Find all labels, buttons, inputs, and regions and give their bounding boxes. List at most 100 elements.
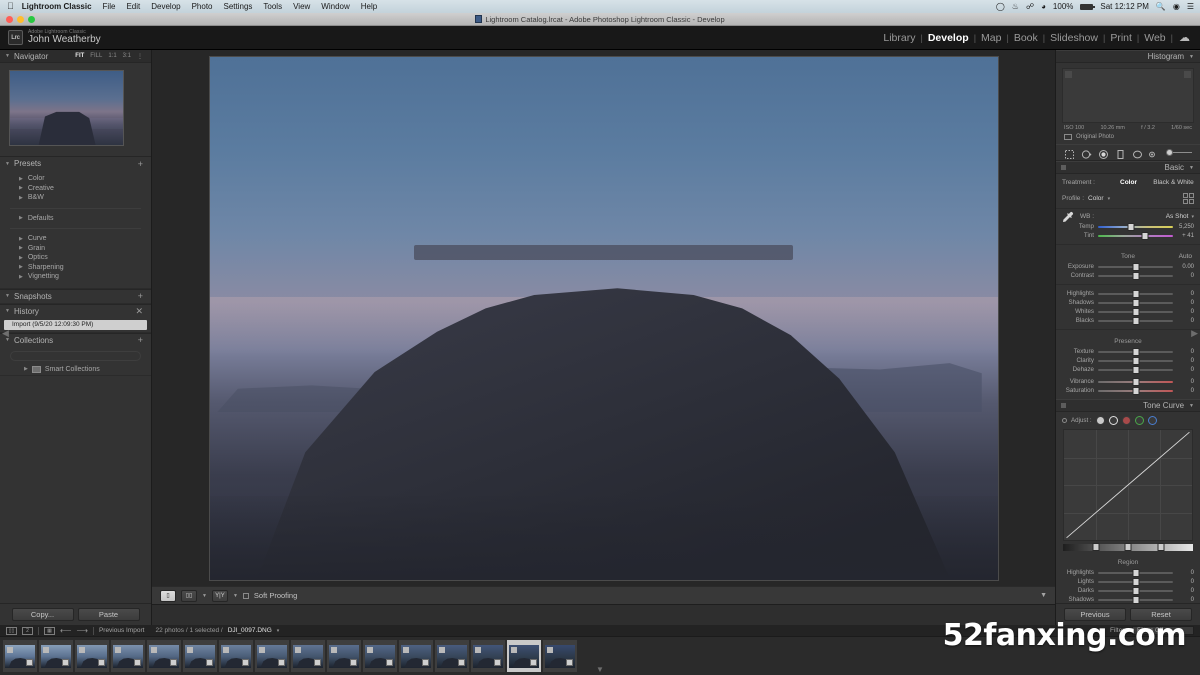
collections-filter-input[interactable] (10, 350, 141, 361)
left-panel-collapse-icon[interactable]: ◀ (2, 328, 9, 339)
cloud-icon[interactable]: ☁ (1173, 31, 1190, 44)
filmstrip-thumbnail[interactable] (543, 640, 577, 672)
wb-value[interactable]: As Shot (1166, 213, 1189, 220)
slider-track[interactable] (1098, 377, 1173, 386)
thumbnail-badge-icon[interactable] (422, 658, 429, 666)
preset-group-curve[interactable]: ▶ Curve (0, 234, 151, 244)
presets-header[interactable]: ▼ Presets + (0, 157, 151, 170)
thumbnail-badge-icon[interactable] (170, 658, 177, 666)
loupe-view-icon[interactable]: ▯ (160, 589, 176, 602)
zoom-1-1[interactable]: 1:1 (108, 53, 116, 59)
navigator-header[interactable]: ▼ Navigator FIT FILL 1:1 3:1 ⋮ (0, 50, 151, 63)
thumbnail-flag-icon[interactable] (43, 646, 49, 653)
filmstrip-filename[interactable]: DJI_0097.DNG (228, 627, 272, 634)
thumbnail-badge-icon[interactable] (494, 658, 501, 666)
thumbnail-flag-icon[interactable] (511, 646, 517, 653)
preset-group-optics[interactable]: ▶ Optics (0, 253, 151, 263)
menu-view[interactable]: View (293, 2, 310, 11)
preset-group-vignetting[interactable]: ▶ Vignetting (0, 272, 151, 282)
photo-preview[interactable] (208, 55, 999, 581)
collections-header[interactable]: ▼ Collections + (0, 333, 151, 347)
treatment-bw-button[interactable]: Black & White (1153, 177, 1194, 188)
thumbnail-badge-icon[interactable] (98, 658, 105, 666)
slider-value[interactable]: 0 (1177, 597, 1194, 603)
thumbnail-flag-icon[interactable] (295, 646, 301, 653)
red-channel-icon[interactable] (1121, 416, 1131, 425)
slider-value[interactable]: 0.00 (1177, 264, 1194, 270)
filmstrip-thumbnail[interactable] (219, 640, 253, 672)
slider-track[interactable] (1098, 298, 1173, 307)
histogram-header[interactable]: Histogram ▼ (1056, 50, 1200, 63)
thumbnail-flag-icon[interactable] (223, 646, 229, 653)
zoom-3-1[interactable]: 3:1 (123, 53, 131, 59)
slider-value[interactable]: 0 (1177, 579, 1194, 585)
module-library[interactable]: Library (878, 32, 920, 44)
filmstrip-thumbnail[interactable] (183, 640, 217, 672)
menu-app-name[interactable]: Lightroom Classic (22, 2, 92, 11)
thumbnail-flag-icon[interactable] (475, 646, 481, 653)
preset-group-grain[interactable]: ▶ Grain (0, 244, 151, 254)
thumbnail-badge-icon[interactable] (26, 658, 33, 666)
chevron-right-icon[interactable]: ▶ (24, 366, 28, 372)
filmstrip-source[interactable]: Previous Import (99, 627, 145, 634)
disclosure-triangle-icon[interactable]: ▼ (5, 293, 10, 299)
thumbnail-badge-icon[interactable] (62, 658, 69, 666)
thumbnail-flag-icon[interactable] (439, 646, 445, 653)
highlight-clipping-icon[interactable] (1184, 71, 1191, 78)
zoom-menu-icon[interactable]: ⋮ (137, 53, 143, 60)
thumbnail-badge-icon[interactable] (134, 658, 141, 666)
clock[interactable]: Sat 12:12 PM (1100, 2, 1148, 11)
slider-track[interactable] (1098, 316, 1173, 325)
range-knob-highlights[interactable] (1157, 543, 1164, 551)
second-window-icon[interactable]: 2 (22, 626, 33, 635)
preset-group-creative[interactable]: ▶ Creative (0, 184, 151, 194)
profile-grid-icon[interactable] (1183, 193, 1194, 204)
menu-develop[interactable]: Develop (151, 2, 180, 11)
close-window-button[interactable] (6, 16, 13, 23)
slider-track[interactable] (1098, 262, 1173, 271)
filmstrip-thumbnail[interactable] (255, 640, 289, 672)
preset-group-color[interactable]: ▶ Color (0, 174, 151, 184)
chevron-down-icon[interactable]: ▼ (202, 593, 207, 599)
dropbox-icon[interactable]: ♨ (1012, 2, 1019, 11)
thumbnail-flag-icon[interactable] (259, 646, 265, 653)
histogram-graph[interactable] (1062, 68, 1194, 123)
filmstrip-thumbnail[interactable] (111, 640, 145, 672)
plus-icon[interactable]: + (138, 159, 143, 169)
module-book[interactable]: Book (1009, 32, 1043, 44)
basic-header[interactable]: Basic ▼ (1056, 161, 1200, 174)
thumbnail-flag-icon[interactable] (7, 646, 13, 653)
spot-removal-icon[interactable] (1081, 147, 1092, 159)
thumbnail-flag-icon[interactable] (367, 646, 373, 653)
disclosure-triangle-icon[interactable]: ▼ (1189, 403, 1194, 409)
chevron-down-icon[interactable]: ▾ (1191, 214, 1194, 220)
thumbnail-flag-icon[interactable] (187, 646, 193, 653)
disclosure-triangle-icon[interactable]: ▼ (1189, 165, 1194, 171)
slider-track[interactable] (1098, 577, 1173, 586)
point-channel-icon[interactable] (1108, 416, 1118, 425)
slider-value[interactable]: 0 (1177, 291, 1194, 297)
thumbnail-badge-icon[interactable] (242, 658, 249, 666)
thumbnail-flag-icon[interactable] (547, 646, 553, 653)
thumbnail-badge-icon[interactable] (566, 658, 573, 666)
slider-value[interactable]: 0 (1177, 588, 1194, 594)
slider-value[interactable]: 0 (1177, 309, 1194, 315)
filmstrip-thumbnail[interactable] (3, 640, 37, 672)
slider-track[interactable] (1098, 595, 1173, 603)
disclosure-triangle-icon[interactable]: ▼ (5, 53, 10, 59)
preset-group-sharpening[interactable]: ▶ Sharpening (0, 263, 151, 273)
history-entry[interactable]: Import (9/5/20 12:09:30 PM) (4, 319, 147, 330)
thumbnail-badge-icon[interactable] (278, 658, 285, 666)
treatment-color-button[interactable]: Color (1108, 177, 1149, 188)
navigator-preview[interactable] (9, 70, 124, 146)
zoom-fit[interactable]: FIT (75, 53, 84, 59)
slider-track[interactable] (1098, 568, 1173, 577)
panel-switch-icon[interactable] (1061, 403, 1066, 408)
slider-track[interactable] (1098, 347, 1173, 356)
notification-icon[interactable]: ◉ (1173, 2, 1180, 11)
tone-curve-range-sliders[interactable] (1063, 543, 1193, 551)
control-center-icon[interactable]: ☰ (1187, 2, 1194, 11)
shadow-clipping-icon[interactable] (1065, 71, 1072, 78)
panel-switch-icon[interactable] (1061, 165, 1066, 170)
thumbnail-badge-icon[interactable] (206, 658, 213, 666)
